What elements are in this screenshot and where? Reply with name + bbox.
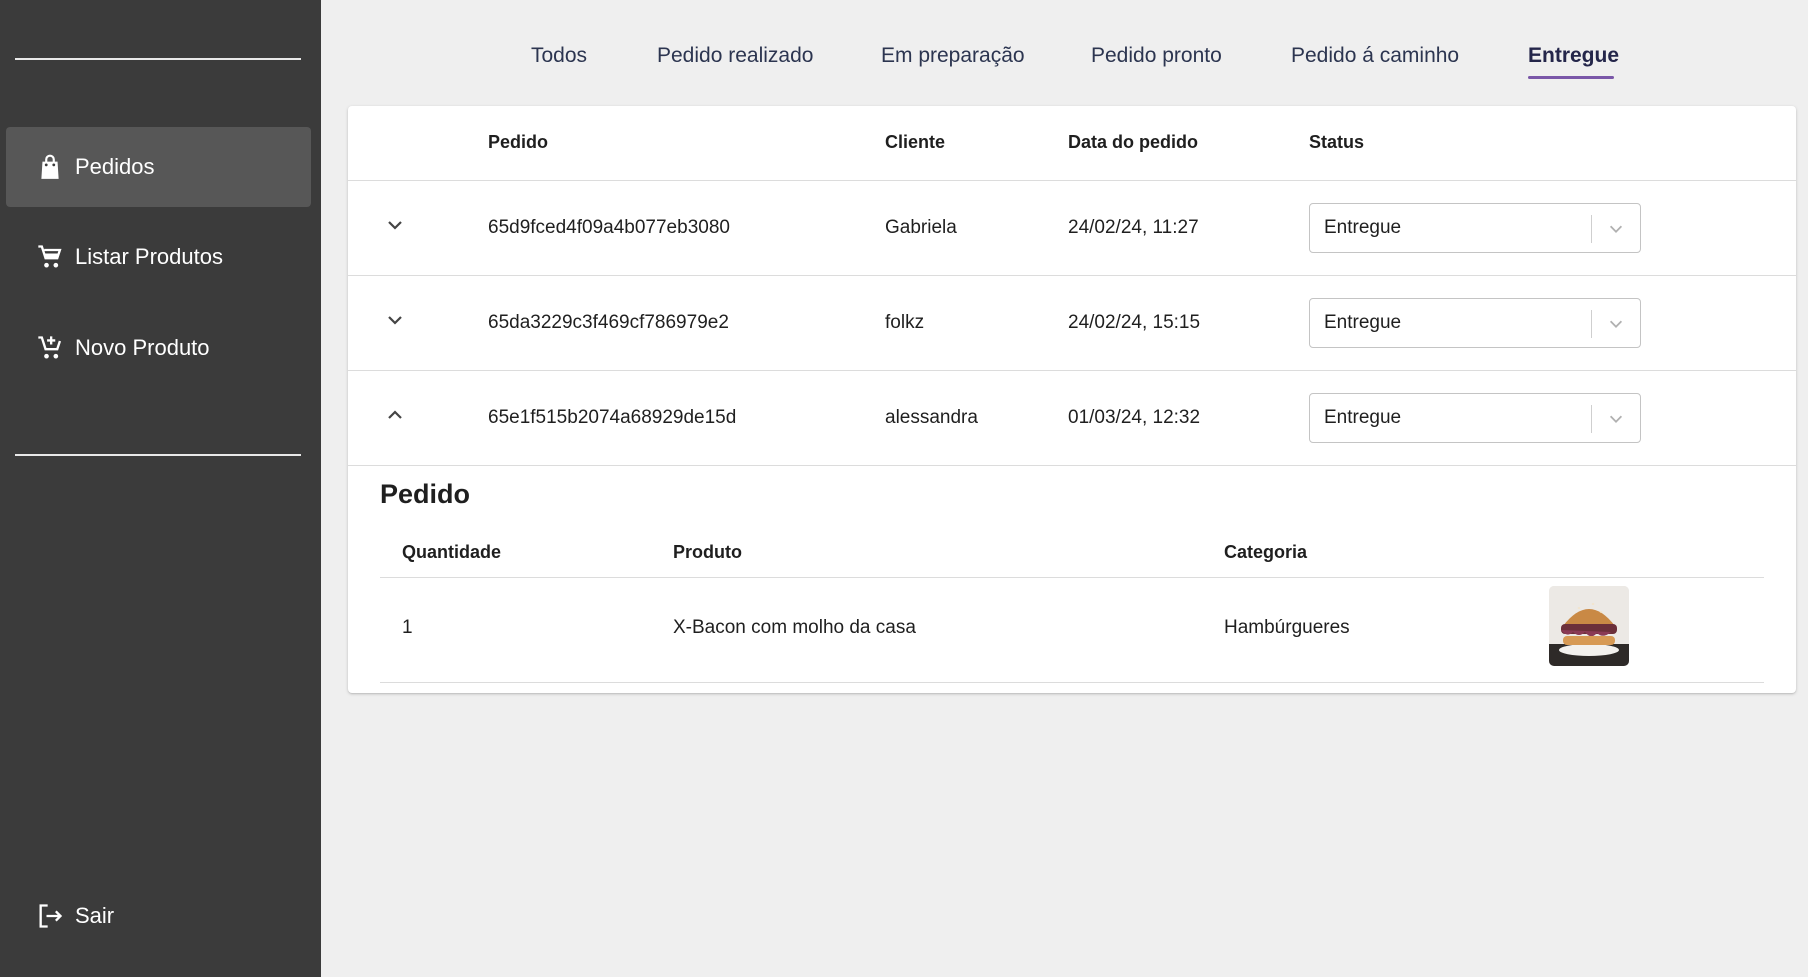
item-product: X-Bacon com molho da casa (673, 617, 916, 638)
sidebar-item-label: Pedidos (75, 154, 155, 179)
chevron-up-icon (385, 405, 405, 430)
order-id: 65da3229c3f469cf786979e2 (488, 312, 729, 333)
select-separator (1591, 405, 1592, 433)
chevron-down-icon (385, 310, 405, 335)
tab-entregue[interactable]: Entregue (1528, 44, 1619, 68)
status-select[interactable]: Entregue (1309, 203, 1641, 253)
logout-label: Sair (75, 903, 115, 928)
order-date: 24/02/24, 15:15 (1068, 312, 1201, 333)
tab-todos[interactable]: Todos (531, 44, 587, 68)
status-select-value: Entregue (1324, 312, 1402, 333)
chevron-down-icon (385, 215, 405, 240)
tab-pedido-a-caminho[interactable]: Pedido á caminho (1291, 44, 1459, 68)
chevron-down-icon (1604, 217, 1628, 241)
logout-icon (33, 899, 67, 933)
status-select[interactable]: Entregue (1309, 393, 1641, 443)
collapse-row-button[interactable] (378, 400, 412, 434)
header-divider (348, 180, 1796, 181)
column-header-pedido: Pedido (488, 132, 549, 152)
sidebar-item-novo-produto[interactable]: Novo Produto (6, 308, 311, 388)
select-separator (1591, 215, 1592, 243)
detail-header-categoria: Categoria (1224, 542, 1308, 562)
detail-header-quantidade: Quantidade (402, 542, 502, 562)
status-select-value: Entregue (1324, 217, 1402, 238)
tab-em-preparacao[interactable]: Em preparação (881, 44, 1025, 68)
sidebar-divider-bottom (15, 454, 301, 456)
item-category: Hambúrgueres (1224, 617, 1350, 638)
select-separator (1591, 310, 1592, 338)
column-header-status: Status (1309, 132, 1365, 152)
row-divider (348, 465, 1796, 466)
sidebar-item-listar-produtos[interactable]: Listar Produtos (6, 217, 311, 297)
item-quantity: 1 (402, 617, 413, 638)
tab-pedido-realizado[interactable]: Pedido realizado (657, 44, 813, 68)
shopping-cart-icon (33, 240, 67, 274)
expand-row-button[interactable] (378, 305, 412, 339)
column-header-cliente: Cliente (885, 132, 946, 152)
sidebar: Pedidos Listar Produtos Novo Produto Sai… (0, 0, 321, 977)
order-date: 01/03/24, 12:32 (1068, 407, 1201, 428)
sidebar-item-label: Novo Produto (75, 335, 210, 360)
order-client: folkz (885, 312, 925, 333)
expand-row-button[interactable] (378, 210, 412, 244)
active-tab-indicator (1528, 76, 1614, 79)
tab-pedido-pronto[interactable]: Pedido pronto (1091, 44, 1222, 68)
detail-title: Pedido (380, 479, 471, 509)
order-id: 65e1f515b2074a68929de15d (488, 407, 737, 428)
status-select[interactable]: Entregue (1309, 298, 1641, 348)
detail-header-divider (380, 577, 1764, 578)
detail-header-produto: Produto (673, 542, 742, 562)
orders-table-card: Pedido Cliente Data do pedido Status 65d… (348, 106, 1796, 693)
logout-button[interactable]: Sair (6, 876, 311, 956)
chevron-down-icon (1604, 312, 1628, 336)
column-header-data: Data do pedido (1068, 132, 1198, 152)
status-select-value: Entregue (1324, 407, 1402, 428)
detail-row-divider (380, 682, 1764, 683)
shopping-bag-icon (33, 150, 67, 184)
add-to-cart-icon (33, 331, 67, 365)
row-divider (348, 275, 1796, 276)
order-id: 65d9fced4f09a4b077eb3080 (488, 217, 730, 238)
order-client: Gabriela (885, 217, 957, 238)
product-image (1549, 586, 1629, 666)
sidebar-item-label: Listar Produtos (75, 244, 223, 269)
sidebar-item-pedidos[interactable]: Pedidos (6, 127, 311, 207)
order-date: 24/02/24, 11:27 (1068, 217, 1199, 238)
order-client: alessandra (885, 407, 978, 428)
chevron-down-icon (1604, 407, 1628, 431)
row-divider (348, 370, 1796, 371)
